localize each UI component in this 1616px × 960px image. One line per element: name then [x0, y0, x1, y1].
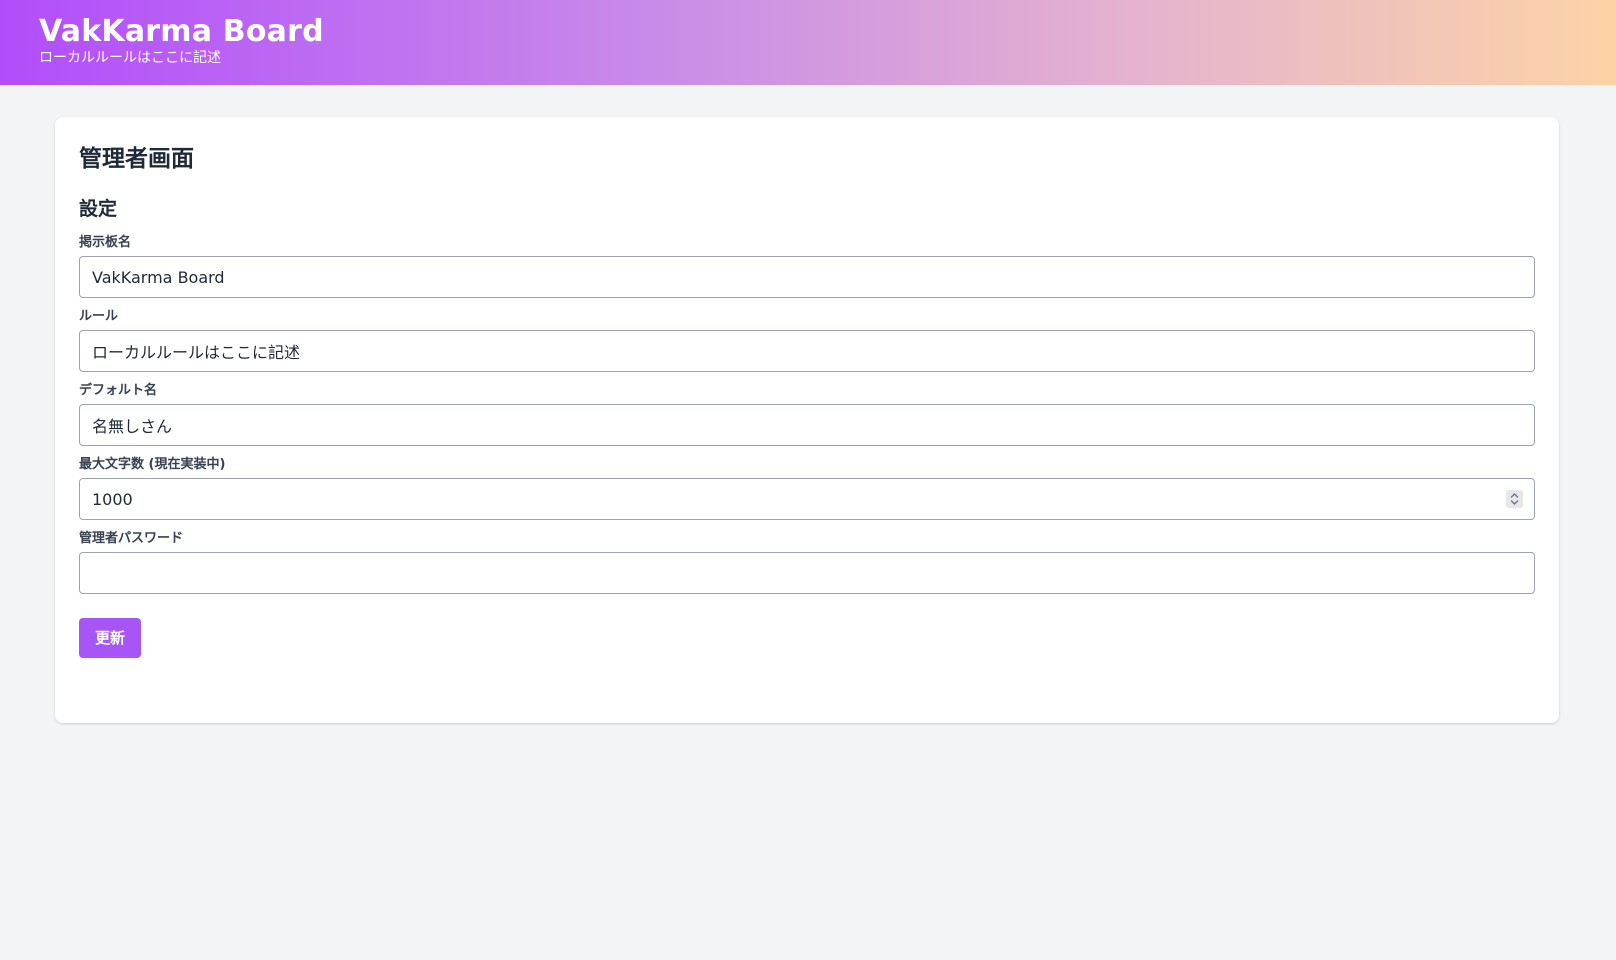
admin-password-input[interactable] — [79, 552, 1535, 594]
section-title-settings: 設定 — [79, 198, 118, 220]
default-name-input[interactable] — [79, 404, 1535, 446]
up-down-chevron-icon[interactable] — [1506, 490, 1523, 508]
admin-card: 管理者画面 設定 掲示板名 ルール デフォルト名 最大文字数 (現在実装中) 管… — [55, 117, 1559, 723]
update-button[interactable]: 更新 — [79, 618, 142, 658]
admin-password-label: 管理者パスワード — [79, 531, 184, 546]
site-title[interactable]: VakKarma Board — [39, 14, 1616, 50]
rules-label: ルール — [79, 309, 119, 324]
field-rules: ルール — [79, 309, 1535, 372]
default-name-label: デフォルト名 — [79, 383, 158, 398]
page-title: 管理者画面 — [79, 146, 194, 172]
field-admin-password: 管理者パスワード — [79, 531, 1535, 594]
site-header: VakKarma Board ローカルルールはここに記述 — [0, 0, 1616, 85]
field-default-name: デフォルト名 — [79, 383, 1535, 446]
board-name-input[interactable] — [79, 256, 1535, 298]
max-chars-label: 最大文字数 (現在実装中) — [79, 457, 226, 472]
field-max-chars: 最大文字数 (現在実装中) — [79, 457, 1535, 520]
max-chars-wrapper — [79, 478, 1535, 520]
field-board-name: 掲示板名 — [79, 235, 1535, 298]
site-subtitle: ローカルルールはここに記述 — [39, 50, 221, 66]
board-name-label: 掲示板名 — [79, 235, 132, 250]
max-chars-input[interactable] — [79, 478, 1535, 520]
rules-input[interactable] — [79, 330, 1535, 372]
